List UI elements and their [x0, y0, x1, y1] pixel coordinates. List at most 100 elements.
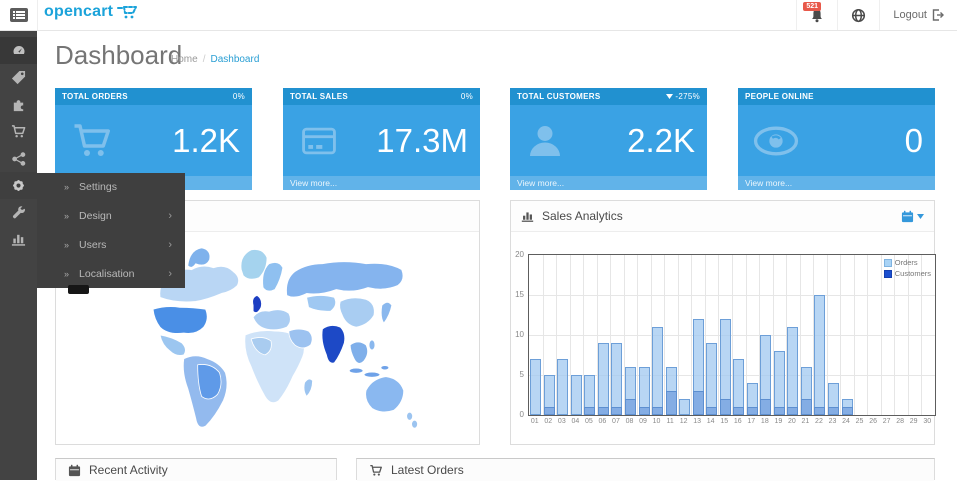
flyout-item-settings[interactable]: »Settings	[37, 173, 185, 202]
sidebar-item-marketing[interactable]	[0, 145, 37, 172]
x-axis-tick: 27	[880, 418, 894, 425]
x-axis-tick: 01	[528, 418, 542, 425]
orders-swatch	[884, 259, 892, 267]
calendar-icon	[68, 464, 81, 477]
legend-customers-label: Customers	[895, 269, 931, 278]
view-more-link[interactable]: View more...	[283, 176, 480, 190]
chevron-right-icon: ›	[168, 210, 172, 222]
customers-bar	[625, 399, 636, 415]
x-axis-tick: 07	[609, 418, 623, 425]
logout-label: Logout	[893, 9, 927, 21]
x-axis-tick: 30	[920, 418, 934, 425]
double-angle-icon: »	[64, 240, 69, 250]
chevron-right-icon: ›	[168, 239, 172, 251]
x-axis-tick: 20	[785, 418, 799, 425]
customers-bar	[747, 407, 758, 415]
latest-orders-panel: Latest Orders	[356, 458, 935, 480]
tile-value: 0	[905, 122, 923, 160]
sidebar-item-extensions[interactable]	[0, 91, 37, 118]
recent-activity-panel: Recent Activity	[55, 458, 337, 480]
x-axis-tick: 06	[595, 418, 609, 425]
orders-bar	[652, 327, 663, 415]
orders-bar	[787, 327, 798, 415]
user-icon	[525, 121, 565, 161]
x-axis-tick: 19	[771, 418, 785, 425]
tooltip-artifact	[68, 285, 89, 294]
sales-analytics-title: Sales Analytics	[542, 209, 623, 223]
x-axis-tick: 18	[758, 418, 772, 425]
hamburger-icon	[10, 8, 28, 22]
customers-bar	[842, 407, 853, 415]
orders-bar	[571, 375, 582, 415]
customers-bar	[584, 407, 595, 415]
customers-bar	[611, 407, 622, 415]
x-axis-tick: 04	[568, 418, 582, 425]
topbar-actions: 521 Logout	[796, 0, 957, 30]
x-axis-tick: 14	[704, 418, 718, 425]
sidebar-item-sales[interactable]	[0, 118, 37, 145]
x-axis-tick: 23	[826, 418, 840, 425]
notifications-button[interactable]: 521	[796, 0, 837, 30]
bar-chart-icon	[11, 232, 26, 247]
orders-bar	[598, 343, 609, 415]
tile-label: TOTAL ORDERS	[62, 92, 128, 101]
y-axis-tick: 15	[511, 290, 524, 299]
customers-bar	[639, 407, 650, 415]
chart-legend: Orders Customers	[884, 258, 931, 280]
view-more-link[interactable]: View more...	[738, 176, 935, 190]
caret-down-icon	[666, 94, 673, 99]
tile-percent: 0%	[233, 92, 245, 101]
tile-label: TOTAL CUSTOMERS	[517, 92, 600, 101]
tile-label: TOTAL SALES	[290, 92, 348, 101]
bar-chart-icon	[521, 210, 534, 223]
logout-button[interactable]: Logout	[879, 0, 957, 30]
tile-percent: -275%	[675, 92, 700, 101]
flyout-item-label: Users	[79, 239, 106, 251]
x-axis-tick: 08	[623, 418, 637, 425]
flyout-item-localisation[interactable]: »Localisation›	[37, 259, 185, 288]
x-axis-tick: 17	[744, 418, 758, 425]
customers-bar	[652, 407, 663, 415]
sidebar-item-system[interactable]	[0, 172, 37, 199]
flyout-item-label: Localisation	[79, 268, 134, 280]
sidebar-item-reports[interactable]	[0, 226, 37, 253]
double-angle-icon: »	[64, 211, 69, 221]
caret-down-icon	[917, 214, 924, 219]
cart-logo-icon	[117, 4, 139, 20]
store-front-button[interactable]	[837, 0, 879, 30]
tile-people-online: PEOPLE ONLINE 0 View more...	[738, 88, 935, 190]
gridline	[529, 295, 935, 296]
sidebar-item-catalog[interactable]	[0, 64, 37, 91]
orders-bar	[530, 359, 541, 415]
flyout-item-label: Design	[79, 210, 112, 222]
flyout-item-design[interactable]: » Design ›	[37, 202, 185, 231]
legend-orders-label: Orders	[895, 258, 918, 267]
opencart-logo[interactable]: opencart	[44, 3, 139, 21]
y-axis-tick: 0	[511, 410, 524, 419]
cart-icon	[369, 464, 383, 477]
sidebar-item-tools[interactable]	[0, 199, 37, 226]
breadcrumb-home[interactable]: Home	[171, 54, 198, 65]
breadcrumb-current[interactable]: Dashboard	[210, 54, 259, 65]
top-bar: opencart 521 Logout	[0, 0, 957, 31]
system-submenu-flyout: »Settings » Design › » Users › »Localisation›	[37, 173, 185, 288]
x-axis-tick: 11	[663, 418, 677, 425]
tile-total-sales: TOTAL SALES 0% 17.3M View more...	[283, 88, 480, 190]
x-axis-tick: 29	[907, 418, 921, 425]
tile-value: 2.2K	[627, 122, 695, 160]
orders-bar	[706, 343, 717, 415]
wrench-icon	[12, 206, 26, 220]
sign-out-icon	[932, 9, 944, 21]
sidebar-item-dashboard[interactable]	[0, 37, 37, 64]
menu-toggle-button[interactable]	[0, 0, 38, 30]
x-axis-tick: 13	[690, 418, 704, 425]
customers-bar	[760, 399, 771, 415]
x-axis-tick: 15	[717, 418, 731, 425]
orders-bar	[774, 351, 785, 415]
flyout-item-users[interactable]: » Users ›	[37, 231, 185, 260]
x-axis-tick: 21	[798, 418, 812, 425]
tile-percent: 0%	[461, 92, 473, 101]
customers-bar	[720, 399, 731, 415]
view-more-link[interactable]: View more...	[510, 176, 707, 190]
date-range-dropdown[interactable]	[901, 210, 924, 223]
